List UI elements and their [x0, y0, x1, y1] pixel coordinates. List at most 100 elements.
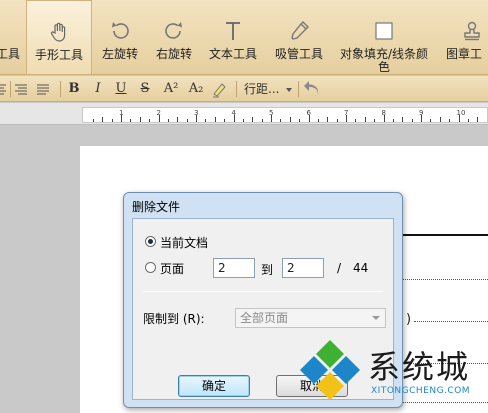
rotate-left-icon [109, 20, 131, 42]
align-icon[interactable] [0, 80, 10, 98]
toolbar-item-label: 文本工具 [208, 47, 257, 61]
underline-button[interactable]: U [114, 80, 128, 98]
page-from-input[interactable]: 2 [213, 258, 255, 278]
ruler-tick [242, 119, 244, 122]
toolbar-item-label: 右旋转 [155, 47, 192, 61]
document-bracket-text: ) [406, 312, 412, 327]
line-spacing-label: 行距... [244, 82, 280, 96]
pages-label: 页面 [160, 262, 185, 276]
toolbar-item-label: 工具 [0, 47, 20, 61]
eyedropper-button[interactable]: 吸管工具 [270, 0, 328, 75]
current-document-label: 当前文档 [160, 236, 209, 250]
ruler-tick [477, 117, 479, 122]
highlight-pen-icon[interactable] [210, 80, 228, 98]
eyedropper-icon [288, 20, 310, 42]
ruler-tick [449, 119, 451, 122]
dialog-divider [143, 291, 383, 292]
ok-button[interactable]: 确定 [178, 375, 250, 397]
limit-to-select[interactable]: 全部页面 [235, 308, 386, 328]
ruler-tick [139, 117, 141, 122]
rotate-right-button[interactable]: 右旋转 [150, 0, 198, 75]
ruler-tick [130, 119, 132, 122]
ruler-tick [111, 119, 113, 122]
ruler-number: 5 [269, 109, 274, 117]
line-spacing-dropdown[interactable]: 行距... [244, 80, 294, 98]
ruler-tick [327, 117, 329, 122]
ruler-tick [205, 119, 207, 122]
ruler-number: 9 [419, 109, 424, 117]
ruler-number: 6 [306, 109, 311, 117]
ruler-tick [439, 117, 441, 122]
dialog-title: 删除文件 [132, 200, 181, 214]
to-label: 到 [261, 263, 274, 277]
stamp-icon [461, 20, 483, 42]
align-center-icon[interactable] [14, 80, 28, 98]
document-dotted-line [414, 321, 488, 322]
ruler-tick [177, 117, 179, 122]
ruler-tick [261, 119, 263, 122]
toolbar-item-label: 对象填充/线条颜 [339, 47, 429, 61]
bold-button[interactable]: B [66, 80, 82, 98]
ruler-tick [214, 117, 216, 122]
site-watermark: 系统城 XITONGCHENG.COM [298, 338, 488, 408]
superscript-button[interactable]: A² [161, 80, 181, 98]
undo-icon[interactable] [302, 80, 322, 98]
watermark-logo-icon [300, 340, 360, 400]
watermark-subtitle: XITONGCHENG.COM [371, 386, 471, 396]
toolbar-item-label: 吸管工具 [274, 47, 323, 61]
toolbar-item-label: 图章工 [446, 47, 483, 61]
rotate-left-button[interactable]: 左旋转 [96, 0, 144, 75]
ruler-tick [92, 119, 94, 122]
ruler-tick [317, 119, 319, 122]
toolbar-item-label-line2: 色 [377, 60, 390, 74]
ruler-number: 8 [381, 109, 386, 117]
ruler-strip: 1 2 3 4 5 6 7 8 9 10 [82, 107, 488, 123]
ruler-tick [280, 119, 282, 122]
subscript-button[interactable]: A₂ [186, 80, 206, 98]
ruler-tick [186, 119, 188, 122]
ruler-number: 3 [194, 109, 199, 117]
ruler-tick [374, 119, 376, 122]
text-tool-button[interactable]: 文本工具 [204, 0, 262, 75]
stamp-tool-button[interactable]: 图章工 [442, 0, 488, 75]
italic-button[interactable]: I [91, 80, 105, 98]
text-tool-icon [222, 20, 244, 42]
ruler-tick [364, 117, 366, 122]
ruler-tick [467, 119, 469, 122]
ruler-tick [392, 119, 394, 122]
ruler-tick [430, 119, 432, 122]
ruler-number: 7 [344, 109, 349, 117]
limit-to-label: 限制到 (R): [143, 312, 205, 326]
current-document-radio[interactable] [145, 236, 156, 247]
chevron-down-icon [286, 87, 293, 92]
ruler-number: 1 [119, 109, 124, 117]
page-to-input[interactable]: 2 [282, 258, 324, 278]
page-separator: / [337, 261, 342, 275]
strikethrough-button[interactable]: S [138, 80, 152, 98]
hand-icon [48, 21, 70, 43]
document-dotted-line [400, 279, 488, 280]
toolbar-item-tools[interactable]: 工具 [0, 0, 20, 75]
align-right-icon[interactable] [36, 80, 50, 98]
limit-to-value: 全部页面 [240, 311, 289, 325]
hand-tool-button[interactable]: 手形工具 [26, 0, 92, 75]
ruler-tick [102, 117, 104, 122]
toolbar-item-label: 手形工具 [34, 48, 83, 62]
ruler-number: 2 [156, 109, 161, 117]
total-pages: 44 [353, 261, 369, 275]
watermark-title: 系统城 [368, 348, 471, 386]
pages-radio[interactable] [145, 262, 156, 273]
horizontal-ruler: 1 2 3 4 5 6 7 8 9 10 [0, 103, 488, 125]
ruler-number: 4 [231, 109, 236, 117]
ruler-tick [149, 119, 151, 122]
document-rule-line [400, 234, 488, 236]
chevron-down-icon [372, 316, 380, 320]
ruler-tick [355, 119, 357, 122]
ruler-tick [289, 117, 291, 122]
ruler-tick [167, 119, 169, 122]
rotate-right-icon [163, 20, 185, 42]
ruler-number: 10 [456, 109, 466, 117]
format-toolbar: B I U S A² A₂ 行距... [0, 76, 488, 102]
ruler-tick [299, 119, 301, 122]
fill-color-button[interactable]: 对象填充/线条颜 色 [334, 0, 434, 75]
